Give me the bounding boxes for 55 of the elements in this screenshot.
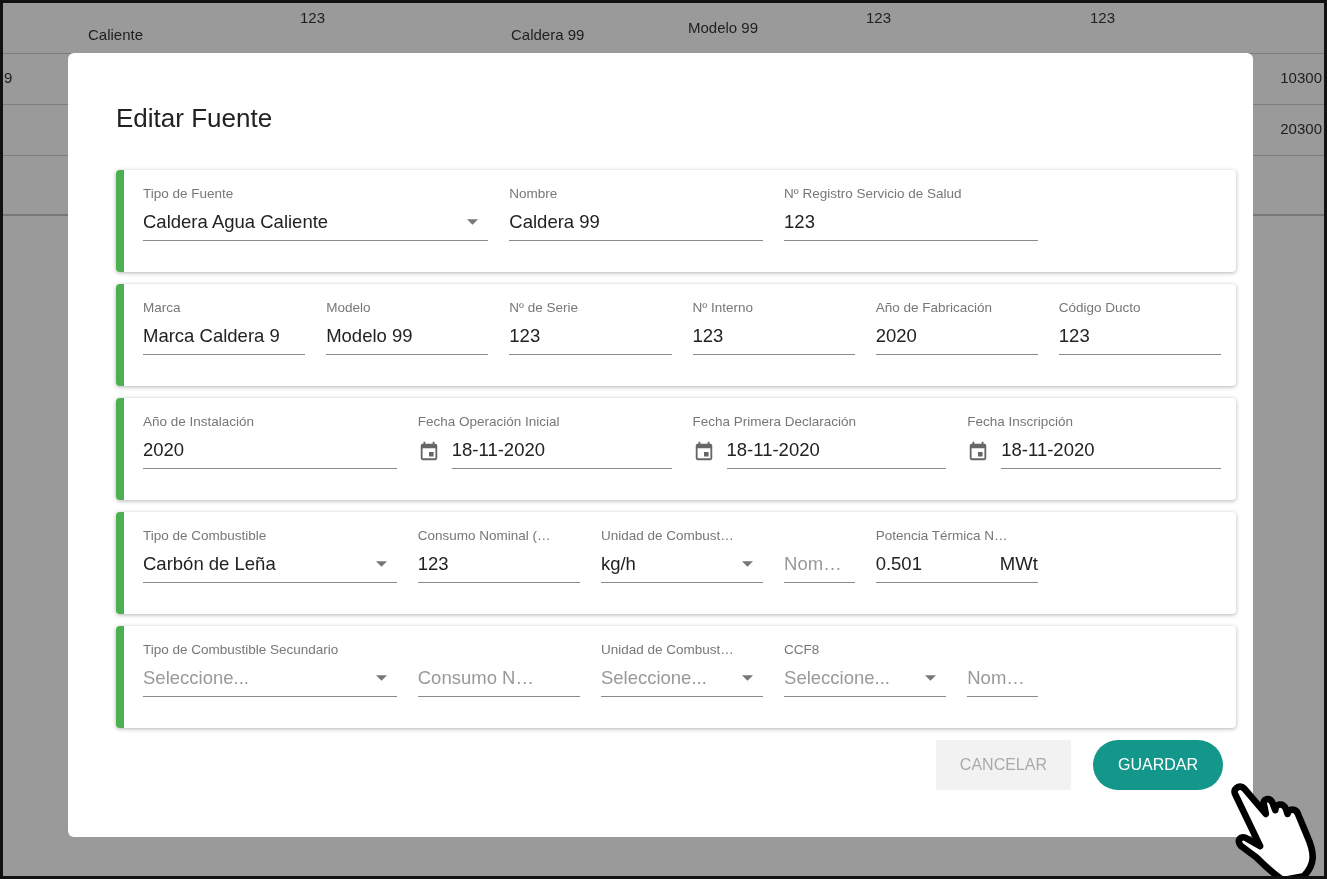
- field-label: Modelo: [326, 300, 372, 317]
- field-label: Tipo de Combustible: [143, 528, 268, 545]
- select-field[interactable]: Caldera Agua Caliente: [143, 204, 489, 241]
- dialog-title: Editar Fuente: [116, 103, 274, 134]
- table-cell: 123: [866, 9, 892, 26]
- caret-icon: [742, 675, 754, 681]
- field-label: Unidad de Combust…: [600, 642, 735, 659]
- input-field[interactable]: 0.501 MWt: [875, 546, 1038, 583]
- field-label: Año de Instalación: [143, 414, 256, 431]
- select-field[interactable]: Carbón de Leña: [143, 546, 397, 583]
- caret-icon: [375, 675, 387, 681]
- field-label: Unidad de Combust…: [600, 528, 735, 545]
- table-cell: 123: [1090, 9, 1116, 26]
- table-cell: 9: [4, 69, 13, 86]
- input-field[interactable]: Marca Caldera 9: [143, 318, 306, 355]
- input-field[interactable]: 123: [692, 318, 855, 355]
- input-field[interactable]: 2020: [143, 432, 397, 469]
- caret-icon: [467, 219, 479, 225]
- caret-icon: [375, 561, 387, 567]
- select-field[interactable]: kg/h: [600, 546, 764, 583]
- table-cell: 10300: [1280, 69, 1322, 86]
- input-field[interactable]: Caldera 99: [509, 204, 764, 241]
- input-field[interactable]: 123: [1058, 318, 1221, 355]
- date-field[interactable]: 18-11-2020: [1001, 432, 1221, 469]
- caret-icon: [742, 561, 754, 567]
- save-button[interactable]: GUARDAR: [1093, 740, 1223, 790]
- input-field[interactable]: 123: [509, 318, 672, 355]
- field-label: Nombre: [509, 186, 559, 203]
- input-field[interactable]: Modelo 99: [326, 318, 489, 355]
- table-cell: 123: [300, 9, 326, 26]
- input-field[interactable]: 2020: [875, 318, 1038, 355]
- field-label: Código Ducto: [1058, 300, 1142, 317]
- field-label: Fecha Inscripción: [967, 414, 1075, 431]
- field-label: Tipo de Fuente: [143, 186, 235, 203]
- field-label: Fecha Primera Declaración: [692, 414, 858, 431]
- input-field[interactable]: 123: [784, 204, 1038, 241]
- table-cell: Modelo 99: [688, 19, 759, 36]
- field-label: Potencia Térmica N…: [875, 528, 1009, 545]
- field-label: Marca: [143, 300, 182, 317]
- field-label: Fecha Operación Inicial: [417, 414, 561, 431]
- field-label: Nº de Serie: [509, 300, 580, 317]
- unit-suffix: MWt: [999, 553, 1038, 575]
- field-label: Nº Registro Servicio de Salud: [784, 186, 963, 203]
- field-label: Consumo Nominal (…: [417, 528, 552, 545]
- table-cell: Caldera 99: [511, 26, 585, 43]
- field-label: Tipo de Combustible Secundario: [143, 642, 340, 659]
- field-label: Año de Fabricación: [875, 300, 993, 317]
- table-cell: Caliente: [88, 26, 144, 43]
- table-cell: 20300: [1280, 120, 1322, 137]
- date-field[interactable]: 18-11-2020: [726, 432, 947, 469]
- field-label: Nº Interno: [692, 300, 754, 317]
- input-field[interactable]: 123: [417, 546, 580, 583]
- caret-icon: [925, 675, 937, 681]
- date-field[interactable]: 18-11-2020: [451, 432, 672, 469]
- field-label: CCF8: [784, 642, 821, 659]
